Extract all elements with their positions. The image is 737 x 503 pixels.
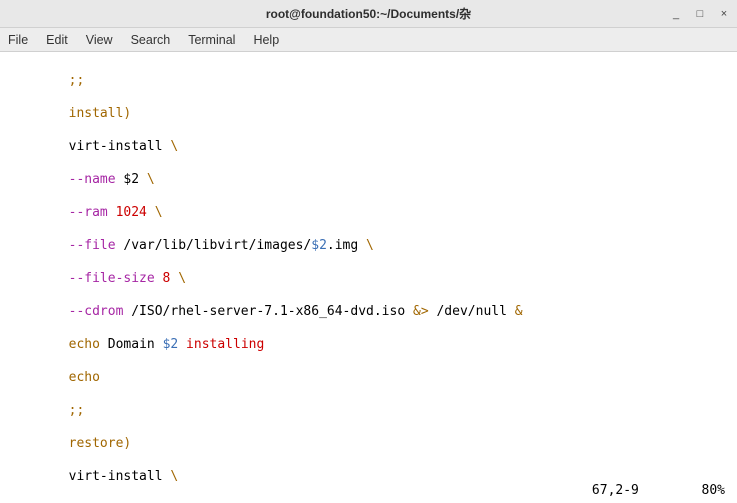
- code-line: --name $2 \: [6, 172, 731, 189]
- menu-search[interactable]: Search: [131, 33, 171, 47]
- terminal-content[interactable]: ;; install) virt-install \ --name $2 \ -…: [0, 52, 737, 503]
- minimize-button[interactable]: _: [669, 7, 683, 21]
- menu-terminal[interactable]: Terminal: [188, 33, 235, 47]
- menu-file[interactable]: File: [8, 33, 28, 47]
- window-controls: _ □ ×: [669, 7, 731, 21]
- code-line: restore): [6, 436, 731, 453]
- maximize-button[interactable]: □: [693, 7, 707, 21]
- code-line: echo: [6, 370, 731, 387]
- code-line: virt-install \: [6, 139, 731, 156]
- code-line: --ram 1024 \: [6, 205, 731, 222]
- window-title: root@foundation50:~/Documents/杂: [266, 5, 471, 22]
- code-line: --file-size 8 \: [6, 271, 731, 288]
- scroll-percent: 80%: [702, 483, 725, 498]
- menubar: File Edit View Search Terminal Help: [0, 28, 737, 52]
- code-line: ;;: [6, 73, 731, 90]
- close-button[interactable]: ×: [717, 7, 731, 21]
- vim-status: 67,2-9 80%: [592, 483, 725, 500]
- menu-help[interactable]: Help: [253, 33, 279, 47]
- cursor-position: 67,2-9: [592, 483, 639, 498]
- code-line: --file /var/lib/libvirt/images/$2.img \: [6, 238, 731, 255]
- code-line: echo Domain $2 installing: [6, 337, 731, 354]
- code-line: --cdrom /ISO/rhel-server-7.1-x86_64-dvd.…: [6, 304, 731, 321]
- menu-view[interactable]: View: [86, 33, 113, 47]
- code-line: ;;: [6, 403, 731, 420]
- code-line: install): [6, 106, 731, 123]
- menu-edit[interactable]: Edit: [46, 33, 68, 47]
- titlebar: root@foundation50:~/Documents/杂 _ □ ×: [0, 0, 737, 28]
